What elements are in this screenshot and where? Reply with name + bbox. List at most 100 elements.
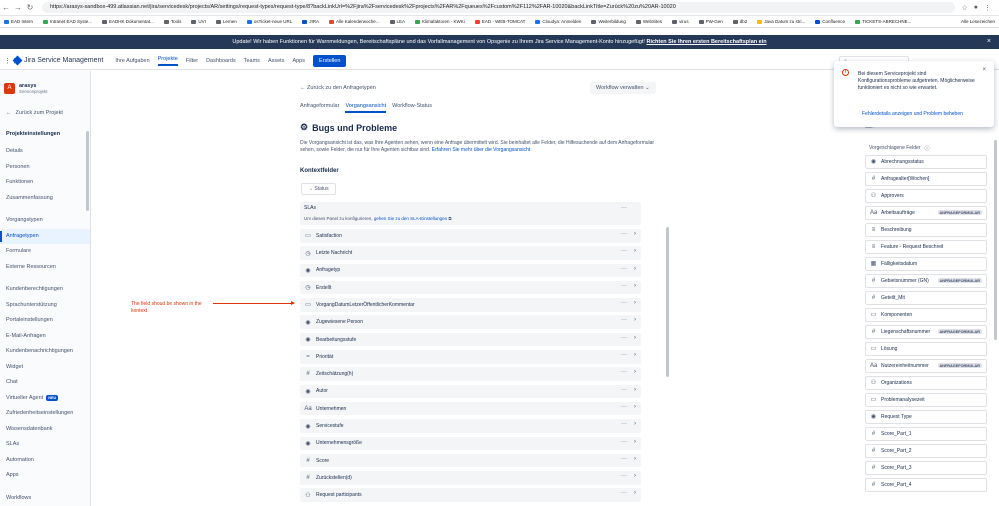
other-bookmarks[interactable]: Alle Lesezeichen <box>956 19 995 24</box>
context-field-row[interactable]: ◷ Letzte Nachricht ··· › <box>300 246 641 260</box>
project-header[interactable]: A arasys Serviceprojekt <box>0 77 90 100</box>
bookmark-item[interactable]: EAD - WEB-TOMCAT <box>474 19 525 24</box>
sidebar-scrollbar[interactable] <box>86 131 89 211</box>
suggested-field-item[interactable]: # Score_Part_4 <box>865 477 987 492</box>
bookmark-item[interactable]: Alle Kalenderwoche... <box>329 19 380 24</box>
suggested-field-item[interactable]: ◉ Request Type <box>865 409 987 424</box>
more-options-icon[interactable]: ··· <box>619 473 629 482</box>
sidebar-item-apps[interactable]: Apps <box>0 468 90 484</box>
context-field-row[interactable]: ◉ Autor ··· › <box>300 384 641 399</box>
create-button[interactable]: Erstellen <box>313 54 347 67</box>
more-options-icon[interactable]: ··· <box>619 317 629 326</box>
context-field-row[interactable]: ◉ Anfragetyp ··· › <box>300 263 641 278</box>
suggested-field-item[interactable]: # Anfragealter[Wochen] <box>865 171 987 186</box>
bookmark-item[interactable]: Java Datum zu stri... <box>757 19 805 24</box>
chevron-right-icon[interactable]: › <box>631 248 639 257</box>
status-button[interactable]: → Status <box>301 183 336 195</box>
context-field-row[interactable]: ⚇ Request participants ··· › <box>300 488 641 502</box>
bookmark-item[interactable]: db2 <box>732 19 747 24</box>
sla-settings-link[interactable]: gehen Sie zu den SLA-Einstellungen <box>374 216 447 221</box>
sidebar-item-vorgangstypen[interactable]: Vorgangstypen <box>0 213 90 229</box>
bookmark-item[interactable]: Klimafaktoren - KWKi <box>415 19 465 24</box>
chevron-right-icon[interactable]: › <box>631 439 639 448</box>
bookmark-item[interactable]: JIRA <box>302 19 319 24</box>
sidebar-item-funktionen[interactable]: Funktionen <box>0 175 90 191</box>
tab-anfrageformular[interactable]: Anfrageformular <box>300 103 339 113</box>
more-options-icon[interactable]: ··· <box>619 404 629 413</box>
bookmark-item[interactable]: osTicket-neue URL <box>246 19 292 24</box>
sidebar-item-automation[interactable]: Automation <box>0 453 90 469</box>
bookmark-item[interactable]: LEA <box>389 19 405 24</box>
context-field-row[interactable]: ◉ Bearbeitungsstufe ··· › <box>300 332 641 347</box>
chevron-right-icon[interactable]: › <box>631 473 639 482</box>
sidebar-item-e-mail-anfragen[interactable]: E-Mail-Anfragen <box>0 329 90 345</box>
sidebar-item-chat[interactable]: Chat <box>0 375 90 391</box>
product-logo[interactable]: Jira Service Management <box>12 55 103 66</box>
more-options-icon[interactable]: ··· <box>619 421 629 430</box>
bookmark-item[interactable]: Intranet EAD Syste... <box>43 19 92 24</box>
chevron-right-icon[interactable]: › <box>631 335 639 344</box>
suggested-field-item[interactable]: ≡ Beschreibung <box>865 222 987 237</box>
suggested-field-item[interactable]: ◉ Abrechnungsstatus <box>865 155 987 169</box>
sidebar-item-kundenberechtigungen[interactable]: Kundenberechtigungen <box>0 282 90 298</box>
close-icon[interactable]: × <box>982 67 986 73</box>
sidebar-item-wissensdatenbank[interactable]: Wissensdatenbank <box>0 422 90 438</box>
bookmark-item[interactable]: WebSites <box>635 19 662 24</box>
suggested-field-item[interactable]: ⚇ Organizations <box>865 375 987 390</box>
more-options-icon[interactable]: ··· <box>619 387 629 396</box>
chevron-right-icon[interactable]: › <box>631 421 639 430</box>
more-options-icon[interactable]: ··· <box>619 335 629 344</box>
tab-workflow-status[interactable]: Workflow-Status <box>392 103 432 113</box>
chevron-right-icon[interactable]: › <box>631 404 639 413</box>
sidebar-item-anfragetypen[interactable]: Anfragetypen <box>0 228 90 244</box>
nav-dashboards[interactable]: Dashboards <box>206 58 236 64</box>
bookmark-item[interactable]: PW-Gen <box>698 19 723 24</box>
panel-scrollbar[interactable] <box>994 140 997 340</box>
context-field-row[interactable]: ◉ Servicestufe ··· › <box>300 419 641 433</box>
context-field-row[interactable]: ▭ VorgangDatumLetzerÖffentlicherKommentar… <box>300 298 641 312</box>
sidebar-item-virtueller-agent[interactable]: Virtueller Agent NEU <box>0 391 90 407</box>
nav-filter[interactable]: Filter <box>186 58 198 64</box>
suggested-field-item[interactable]: Aa Nutzereinheitnummer ANFRAGEFORMULAR <box>865 358 987 373</box>
sidebar-item-sprachunterstützung[interactable]: Sprachunterstützung <box>0 298 90 314</box>
suggested-field-item[interactable]: ▭ Komponenten <box>865 307 987 322</box>
chevron-right-icon[interactable]: › <box>631 387 639 396</box>
context-field-row[interactable]: ◉ Unternehmensgröße ··· › <box>300 436 641 451</box>
suggested-field-item[interactable]: ▭ Lösung <box>865 341 987 356</box>
suggested-field-item[interactable]: ≡ Feature - Request Beschreibung <box>865 239 987 254</box>
sidebar-item-portaleinstellungen[interactable]: Portaleinstellungen <box>0 313 90 329</box>
chevron-right-icon[interactable]: › <box>631 317 639 326</box>
back-to-project-link[interactable]: ← Zurück zum Projekt <box>0 104 90 122</box>
bookmark-item[interactable]: Confluence <box>815 19 845 24</box>
sidebar-item-kundenbenachrichtigungen[interactable]: Kundenbenachrichtigungen <box>0 344 90 360</box>
suggested-field-item[interactable]: Aa Arbeitsaufträge ANFRAGEFORMULAR <box>865 205 987 220</box>
chevron-right-icon[interactable]: › <box>631 490 639 499</box>
context-field-row[interactable]: # Zurückstellen(d) ··· › <box>300 471 641 485</box>
forward-arrow-icon[interactable]: → <box>12 3 24 12</box>
more-options-icon[interactable]: ··· <box>619 439 629 448</box>
bookmark-item[interactable]: TICKETS-ABRECHNE... <box>855 19 911 24</box>
more-options-icon[interactable]: ··· <box>619 352 629 361</box>
context-field-row[interactable]: ▭ Satisfaction ··· › <box>300 229 641 243</box>
chevron-right-icon[interactable]: › <box>631 369 639 378</box>
suggested-field-item[interactable]: # Score_Part_2 <box>865 443 987 458</box>
more-options-icon[interactable]: ··· <box>619 456 629 465</box>
suggested-field-item[interactable]: ▭ Problemanalysezeit <box>865 392 987 407</box>
bookmark-item[interactable]: Weiterbildung <box>591 19 626 24</box>
manage-workflow-button[interactable]: Workflow verwalten ⌄ <box>590 82 656 94</box>
url-field[interactable]: https://arasys-sandbox-499.atlassian.net… <box>42 2 956 13</box>
more-options-icon[interactable]: ··· <box>619 205 629 214</box>
bookmark-item[interactable]: EADHK Dokumentat... <box>102 19 154 24</box>
learn-more-link[interactable]: Erfahren Sie mehr über die Vorgangsansic… <box>432 147 530 153</box>
more-options-icon[interactable]: ··· <box>619 266 629 275</box>
main-scrollbar[interactable] <box>666 227 669 377</box>
bookmark-item[interactable]: Cloudya: Anmelden <box>535 19 581 24</box>
sidebar-item-widget[interactable]: Widget <box>0 360 90 376</box>
suggested-field-item[interactable]: # Score_Part_3 <box>865 460 987 475</box>
context-field-row[interactable]: ◷ Erstellt ··· › <box>300 280 641 295</box>
bookmark-item[interactable]: UVI <box>191 19 206 24</box>
context-field-row[interactable]: ◉ Zugewiesene Person ··· › <box>300 315 641 329</box>
sidebar-item-zufriedenheitseinstellungen[interactable]: Zufriedenheitseinstellungen <box>0 406 90 422</box>
sidebar-item-personen[interactable]: Personen <box>0 160 90 176</box>
tab-vorgangsansicht[interactable]: Vorgangsansicht <box>345 103 387 113</box>
